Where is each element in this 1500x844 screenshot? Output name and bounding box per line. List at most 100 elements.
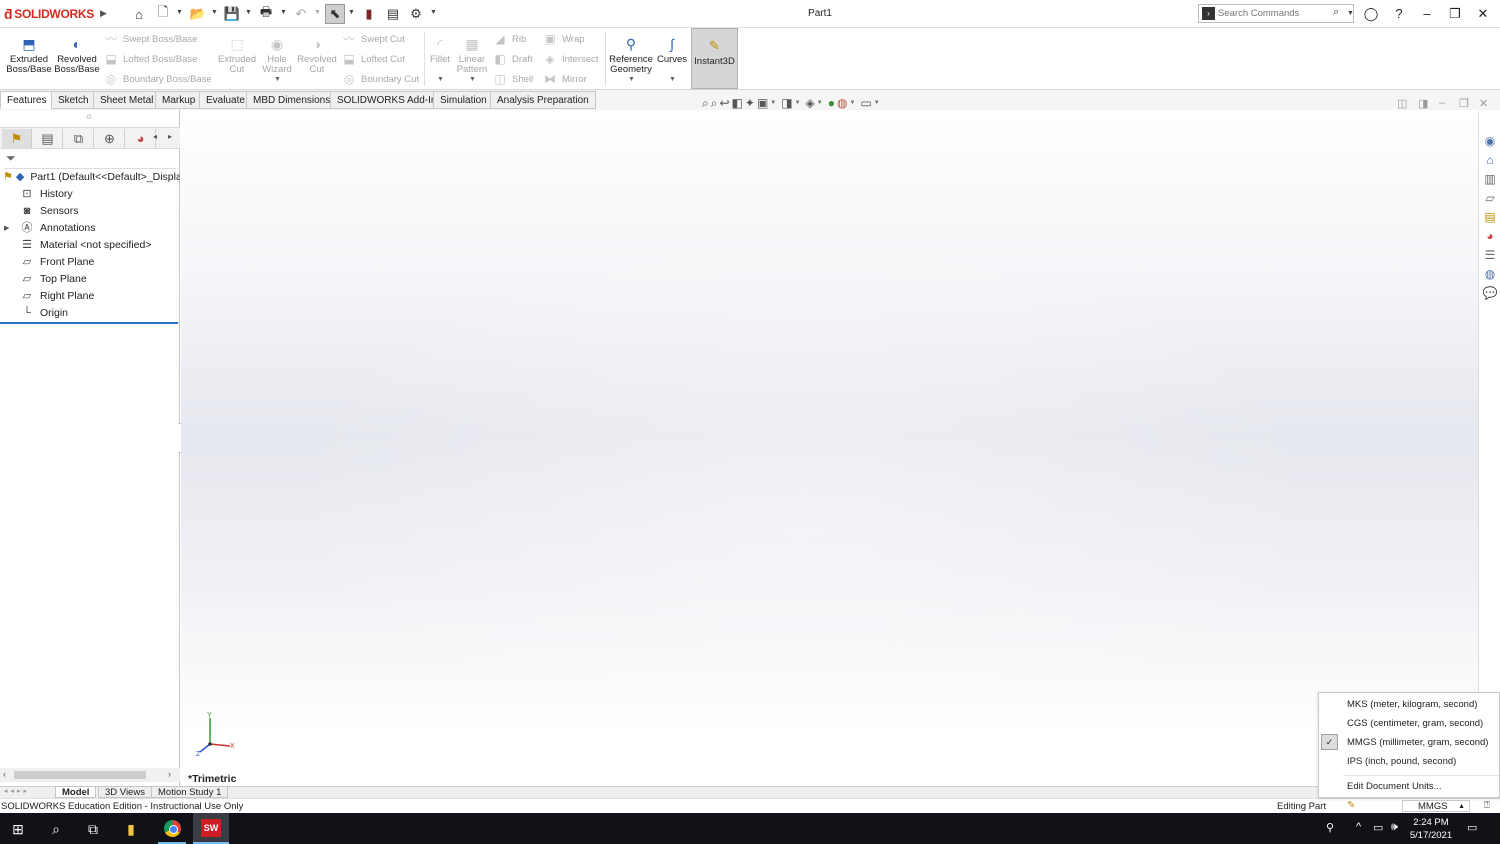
tree-item-sensors[interactable]: ◙ Sensors	[0, 202, 180, 219]
pattern-dropdown-icon[interactable]: ▼	[469, 76, 476, 83]
save-icon[interactable]: 💾	[222, 4, 242, 24]
solidworks-taskbar-button[interactable]: SW	[193, 813, 229, 844]
tabs-left-arrow-icon[interactable]: ◂	[153, 132, 157, 141]
display-style-icon[interactable]: ◨	[781, 96, 792, 110]
rebuild-status-icon[interactable]: ✎	[1347, 800, 1355, 811]
tab-solidworks-add-ins[interactable]: SOLIDWORKS Add-Ins	[330, 91, 449, 109]
search-dropdown-icon[interactable]: ▼	[1347, 10, 1354, 17]
restore-icon[interactable]: ❐	[1445, 4, 1465, 24]
viewport-minimize-icon[interactable]: –	[1439, 97, 1445, 109]
viewport-split-icon[interactable]: ◨	[1418, 97, 1428, 110]
tab-evaluate[interactable]: Evaluate	[199, 91, 252, 109]
undo-icon[interactable]: ↶	[291, 4, 311, 24]
user-account-icon[interactable]: ◯	[1361, 4, 1381, 24]
configuration-manager-tab-icon[interactable]: ⧉	[64, 129, 94, 148]
rollback-bar[interactable]	[0, 322, 178, 324]
units-option-mmgs[interactable]: ✓ MMGS (millimeter, gram, second)	[1319, 733, 1500, 752]
chrome-icon[interactable]	[164, 820, 181, 837]
select-pointer-icon[interactable]: ⬉	[325, 4, 345, 24]
tab-sketch[interactable]: Sketch	[51, 91, 96, 109]
shell-button[interactable]: ◫ Shell	[493, 71, 533, 87]
section-view-icon[interactable]: ◧	[732, 96, 743, 110]
solidworks-resources-icon[interactable]: ◉	[1482, 133, 1498, 149]
units-selector[interactable]: MMGS ▲	[1402, 800, 1470, 812]
tree-item-annotations[interactable]: ▶ Ⓐ Annotations	[0, 219, 180, 236]
rebuild-icon[interactable]: ▮	[359, 4, 379, 24]
tree-item-material[interactable]: ☰ Material <not specified>	[0, 236, 180, 253]
open-dropdown-icon[interactable]: ▼	[211, 9, 218, 16]
tab-markup[interactable]: Markup	[155, 91, 203, 109]
hide-show-items-icon[interactable]: ◈	[806, 96, 815, 110]
mirror-button[interactable]: ⧓ Mirror	[543, 71, 587, 87]
filter-icon[interactable]: ⏷	[6, 151, 16, 166]
windows-start-icon[interactable]: ⊞	[8, 819, 28, 839]
new-dropdown-icon[interactable]: ▼	[176, 9, 183, 16]
graphics-area[interactable]	[181, 111, 1478, 787]
fillet-button[interactable]: ◜ Fillet	[428, 36, 452, 65]
file-explorer-icon[interactable]: ▱	[1482, 190, 1498, 206]
wrap-button[interactable]: ▣ Wrap	[543, 31, 584, 47]
fillet-dropdown-icon[interactable]: ▼	[437, 76, 444, 83]
quick-tips-icon[interactable]: ⍰	[1484, 800, 1490, 811]
tab-simulation[interactable]: Simulation	[433, 91, 494, 109]
panel-handle-icon[interactable]: ⊙	[86, 113, 92, 121]
curves-button[interactable]: ∫ Curves	[656, 36, 688, 65]
tab-analysis-preparation[interactable]: Analysis Preparation	[490, 91, 596, 109]
home-tab-icon[interactable]: ⌂	[1482, 152, 1498, 168]
extruded-boss-button[interactable]: ⬒ Extruded Boss/Base	[6, 36, 52, 75]
zoom-to-area-icon[interactable]: ⌕	[711, 96, 718, 111]
network-icon[interactable]: ▭	[1373, 821, 1383, 834]
extruded-cut-button[interactable]: ⬚ Extruded Cut	[216, 36, 258, 75]
scroll-right-icon[interactable]: ›	[168, 769, 171, 779]
view-orientation-dropdown-icon[interactable]: ▼	[770, 100, 776, 106]
lofted-boss-button[interactable]: ⬓ Lofted Boss/Base	[104, 51, 197, 67]
instant3d-button[interactable]: ✎ Instant3D	[691, 28, 738, 89]
previous-view-icon[interactable]: ↩	[719, 96, 729, 110]
tree-item-top-plane[interactable]: ▱ Top Plane	[0, 270, 180, 287]
view-palette-icon[interactable]: ▤	[1482, 209, 1498, 225]
options-dropdown-icon[interactable]: ▼	[430, 9, 437, 16]
taskbar-search-icon[interactable]: ⌕	[46, 819, 66, 839]
menu-expand-icon[interactable]: ▶	[100, 8, 107, 19]
hide-show-dropdown-icon[interactable]: ▼	[817, 100, 823, 106]
tree-item-right-plane[interactable]: ▱ Right Plane	[0, 287, 180, 304]
revolved-cut-button[interactable]: ◑ Revolved Cut	[297, 36, 337, 75]
reference-geometry-button[interactable]: ⚲ Reference Geometry	[608, 36, 654, 75]
open-icon[interactable]: 📂	[188, 4, 208, 24]
new-document-icon[interactable]: 🗋	[153, 4, 173, 24]
task-view-icon[interactable]: ⧉	[83, 819, 103, 839]
viewport-close-icon[interactable]: ✕	[1479, 97, 1488, 110]
tab-motion-study-1[interactable]: Motion Study 1	[151, 786, 229, 798]
units-option-ips[interactable]: IPS (inch, pound, second)	[1319, 752, 1500, 771]
home-icon[interactable]: ⌂	[129, 4, 149, 24]
volume-icon[interactable]: 🕪	[1391, 821, 1398, 834]
lofted-cut-button[interactable]: ⬓ Lofted Cut	[342, 51, 405, 67]
expand-arrow-icon[interactable]: ▶	[4, 224, 14, 232]
appearances-icon[interactable]: ◕	[1482, 228, 1498, 244]
view-settings-icon[interactable]: ▭	[860, 96, 871, 110]
tab-3d-views[interactable]: 3D Views	[98, 786, 152, 798]
people-icon[interactable]: ⚲	[1326, 821, 1334, 834]
search-icon[interactable]: ⌕	[1333, 6, 1339, 19]
feedback-icon[interactable]: 💬	[1482, 285, 1498, 301]
units-option-cgs[interactable]: CGS (centimeter, gram, second)	[1319, 714, 1500, 733]
display-style-dropdown-icon[interactable]: ▼	[795, 100, 801, 106]
draft-button[interactable]: ◧ Draft	[493, 51, 532, 67]
swept-boss-button[interactable]: 〰 Swept Boss/Base	[104, 31, 197, 47]
view-settings-dropdown-icon[interactable]: ▼	[874, 100, 880, 106]
tree-item-front-plane[interactable]: ▱ Front Plane	[0, 253, 180, 270]
dynamic-annotation-icon[interactable]: ✦	[745, 96, 755, 110]
boundary-cut-button[interactable]: ◎ Boundary Cut	[342, 71, 419, 87]
print-icon[interactable]: 🖶	[256, 4, 276, 24]
view-orientation-icon[interactable]: ▣	[757, 96, 768, 110]
file-explorer-taskbar-icon[interactable]: ▮	[121, 819, 141, 839]
system-clock[interactable]: 2:24 PM 5/17/2021	[1404, 816, 1458, 842]
dimxpert-manager-tab-icon[interactable]: ⊕	[95, 129, 125, 148]
rib-button[interactable]: ◢ Rib	[493, 31, 526, 47]
tab-scroll-arrows-icon[interactable]: ◂◂▸▸	[4, 787, 30, 795]
tab-features[interactable]: Features	[0, 91, 54, 109]
tab-mbd-dimensions[interactable]: MBD Dimensions	[246, 91, 338, 109]
undo-dropdown-icon[interactable]: ▼	[314, 9, 321, 16]
reference-geometry-dropdown-icon[interactable]: ▼	[628, 76, 635, 83]
tab-sheet-metal[interactable]: Sheet Metal	[93, 91, 161, 109]
